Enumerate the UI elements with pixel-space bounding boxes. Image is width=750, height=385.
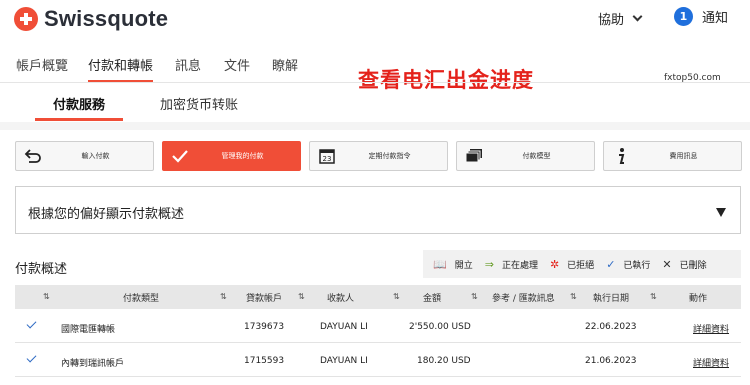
standing-orders-label: 定期付款指令 bbox=[368, 152, 411, 160]
help-label: 協助 bbox=[598, 13, 625, 28]
payment-templates-button[interactable]: 付款模型 bbox=[456, 141, 595, 171]
row-details-link[interactable]: 詳細資料 bbox=[693, 356, 729, 369]
rejected-star-icon: ✲ bbox=[549, 257, 560, 271]
notifications-label: 通知 bbox=[702, 11, 729, 26]
checkmark-icon bbox=[163, 142, 197, 170]
legend-processing: ⇒ 正在處理 bbox=[484, 257, 538, 271]
row-amount: 2'550.00 USD bbox=[409, 322, 471, 332]
executed-check-icon bbox=[26, 318, 37, 329]
executed-check-icon bbox=[26, 352, 37, 363]
manage-payments-button[interactable]: 管理我的付款 bbox=[162, 141, 301, 171]
swissquote-logo[interactable]: Swissquote bbox=[14, 6, 168, 32]
sort-payee-icon[interactable]: ⇅ bbox=[393, 292, 400, 301]
col-reference[interactable]: 參考 / 匯款訊息 bbox=[492, 291, 555, 304]
legend-open: 📖 開立 bbox=[433, 257, 473, 271]
sort-type-icon[interactable]: ⇅ bbox=[220, 292, 227, 301]
fee-info-button[interactable]: 費用訊息 bbox=[603, 141, 742, 171]
sort-status-icon[interactable]: ⇅ bbox=[43, 292, 50, 301]
row-execution-date: 22.06.2023 bbox=[585, 322, 637, 332]
stacked-cards-icon bbox=[457, 142, 491, 170]
top-bar: Swissquote 協助 1 通知 bbox=[0, 0, 750, 38]
row-account: 1739673 bbox=[244, 322, 285, 332]
caret-down-icon bbox=[716, 208, 726, 217]
manage-payments-label: 管理我的付款 bbox=[221, 152, 264, 160]
row-account: 1715593 bbox=[244, 356, 285, 366]
enter-payment-button[interactable]: 輸入付款 bbox=[15, 141, 154, 171]
fee-info-label: 費用訊息 bbox=[669, 152, 698, 160]
table-row[interactable]: 國際電匯轉帳 1739673 DAYUAN LI 2'550.00 USD 22… bbox=[15, 310, 741, 343]
x-icon: ✕ bbox=[662, 257, 672, 271]
overview-title: 付款概述 bbox=[15, 262, 68, 277]
sub-nav: 付款服務 加密货币转账 bbox=[0, 86, 750, 121]
info-icon bbox=[604, 142, 638, 170]
sort-reference-icon[interactable]: ⇅ bbox=[570, 292, 577, 301]
notification-count-badge: 1 bbox=[674, 7, 693, 26]
overview-preferences-dropdown[interactable]: 根據您的偏好顯示付款概述 bbox=[15, 186, 741, 234]
row-payee: DAYUAN LI bbox=[320, 356, 368, 366]
tab-learn[interactable]: 瞭解 bbox=[272, 55, 298, 74]
help-menu[interactable]: 協助 bbox=[598, 9, 643, 28]
swiss-cross-logo-icon bbox=[14, 7, 38, 31]
col-execution-date[interactable]: 執行日期 bbox=[593, 291, 629, 304]
row-details-link[interactable]: 詳細資料 bbox=[693, 322, 729, 335]
open-book-icon: 📖 bbox=[433, 257, 447, 271]
row-payment-type: 內轉到瑞訊帳戶 bbox=[61, 359, 125, 369]
legend-executed: ✓ 已執行 bbox=[606, 257, 651, 271]
row-execution-date: 21.06.2023 bbox=[585, 356, 637, 366]
sort-date-icon[interactable]: ⇅ bbox=[650, 292, 657, 301]
check-icon: ✓ bbox=[606, 257, 616, 271]
nav-divider bbox=[0, 82, 750, 83]
legend-deleted: ✕ 已刪除 bbox=[662, 257, 707, 271]
payment-actions: 輸入付款 管理我的付款 23 定期付款指令 付款模型 費用訊息 bbox=[15, 141, 742, 171]
subtab-crypto-transfer[interactable]: 加密货币转账 bbox=[160, 94, 238, 113]
col-debit-account[interactable]: 貸款帳戶 bbox=[246, 291, 282, 304]
chevron-down-icon bbox=[632, 11, 643, 22]
arrow-right-icon: ⇒ bbox=[484, 257, 494, 271]
notifications-button[interactable]: 1 通知 bbox=[674, 7, 728, 26]
standing-orders-button[interactable]: 23 定期付款指令 bbox=[309, 141, 448, 171]
sort-account-icon[interactable]: ⇅ bbox=[298, 292, 305, 301]
col-action: 動作 bbox=[689, 294, 708, 304]
row-payee: DAYUAN LI bbox=[320, 322, 368, 332]
preferences-label: 根據您的偏好顯示付款概述 bbox=[28, 207, 185, 222]
enter-payment-label: 輸入付款 bbox=[81, 152, 110, 160]
calendar-icon: 23 bbox=[310, 142, 344, 170]
col-payment-type[interactable]: 付款類型 bbox=[123, 291, 159, 304]
legend-rejected: ✲ 已拒絕 bbox=[549, 257, 595, 271]
col-amount[interactable]: 金額 bbox=[423, 291, 441, 304]
subtab-payment-services[interactable]: 付款服務 bbox=[34, 94, 124, 121]
brand-name: Swissquote bbox=[44, 6, 169, 31]
payment-templates-label: 付款模型 bbox=[522, 152, 551, 160]
row-amount: 180.20 USD bbox=[417, 356, 471, 366]
tab-documents[interactable]: 文件 bbox=[224, 55, 250, 74]
col-payee[interactable]: 收款人 bbox=[327, 291, 354, 304]
status-legend: 📖 開立 ⇒ 正在處理 ✲ 已拒絕 ✓ 已執行 ✕ 已刪除 bbox=[423, 250, 741, 278]
back-arrow-icon bbox=[16, 142, 50, 170]
table-row[interactable]: 內轉到瑞訊帳戶 1715593 DAYUAN LI 180.20 USD 21.… bbox=[15, 344, 741, 377]
tab-account-overview[interactable]: 帳戶概覽 bbox=[16, 55, 68, 74]
payments-table-header: ⇅ 付款類型 ⇅ 貸款帳戶 ⇅ 收款人 ⇅ 金額 ⇅ 參考 / 匯款訊息 ⇅ 執… bbox=[15, 285, 741, 309]
tab-messages[interactable]: 訊息 bbox=[175, 55, 201, 74]
row-payment-type: 國際電匯轉帳 bbox=[61, 325, 116, 335]
tab-payments-transfers[interactable]: 付款和轉帳 bbox=[88, 55, 154, 82]
svg-text:23: 23 bbox=[323, 155, 332, 163]
sort-amount-icon[interactable]: ⇅ bbox=[471, 292, 478, 301]
